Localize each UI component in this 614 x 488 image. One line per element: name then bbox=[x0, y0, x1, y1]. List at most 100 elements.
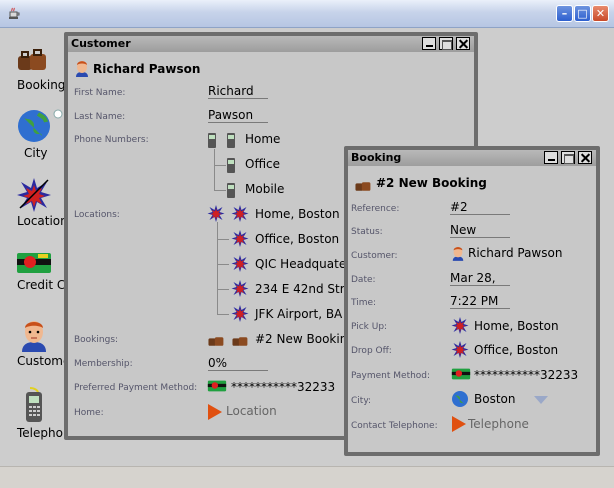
person-icon bbox=[76, 61, 88, 77]
city-label: City: bbox=[351, 396, 372, 406]
star-burst-icon bbox=[451, 317, 469, 334]
pickup-label: Pick Up: bbox=[351, 322, 388, 332]
desktop-icon-label: Custome bbox=[17, 354, 71, 368]
window-maximize-button[interactable] bbox=[439, 37, 453, 50]
booking-heading: #2 New Booking bbox=[376, 176, 487, 190]
payment-method-value[interactable]: ***********32233 bbox=[474, 368, 578, 382]
credit-card-icon bbox=[451, 368, 471, 380]
first-name-label: First Name: bbox=[74, 88, 126, 98]
desktop-icon-label: Telephon bbox=[17, 426, 71, 440]
window-title: Customer bbox=[71, 37, 131, 50]
desktop-icon-telephone[interactable]: Telephon bbox=[6, 386, 71, 440]
desktop-icon-label: City bbox=[24, 146, 48, 160]
home-label: Home: bbox=[74, 408, 104, 418]
tree-line bbox=[217, 289, 229, 290]
customer-window-titlebar[interactable]: Customer bbox=[68, 36, 474, 52]
tree-line bbox=[217, 264, 229, 265]
desktop-icon-label: Booking bbox=[17, 78, 66, 92]
phone-icon bbox=[26, 387, 42, 422]
desktop-icon-credit-card[interactable]: Credit Ca bbox=[6, 250, 73, 292]
star-burst-icon bbox=[231, 280, 249, 297]
phone-item[interactable]: Office bbox=[245, 157, 280, 171]
payment-method-value[interactable]: ***********32233 bbox=[231, 380, 335, 394]
contact-telephone-link[interactable]: Telephone bbox=[468, 417, 529, 431]
pin-icon bbox=[53, 104, 63, 119]
window-close-button[interactable] bbox=[578, 151, 592, 164]
city-select[interactable]: Boston bbox=[474, 392, 515, 406]
phone-numbers-label: Phone Numbers: bbox=[74, 135, 149, 145]
customer-label: Customer: bbox=[351, 251, 398, 261]
app-titlebar: – □ ✕ bbox=[0, 0, 614, 28]
booking-item[interactable]: #2 New Booking bbox=[255, 332, 355, 346]
phone-item[interactable]: Home bbox=[245, 132, 280, 146]
phone-icon bbox=[227, 183, 235, 198]
minimize-button[interactable]: – bbox=[556, 5, 573, 22]
star-burst-icon bbox=[231, 255, 249, 272]
contact-telephone-label: Contact Telephone: bbox=[351, 421, 438, 431]
status-bar bbox=[0, 466, 614, 488]
suitcases-icon bbox=[232, 337, 248, 346]
window-minimize-button[interactable] bbox=[422, 37, 436, 50]
payment-method-label: Preferred Payment Method: bbox=[74, 383, 198, 393]
suitcases-icon bbox=[355, 182, 371, 191]
tree-line bbox=[217, 222, 218, 314]
home-location-link[interactable]: Location bbox=[226, 404, 277, 418]
window-minimize-button[interactable] bbox=[544, 151, 558, 164]
desktop-icon-booking[interactable]: Booking bbox=[6, 46, 68, 92]
tree-line bbox=[214, 190, 226, 191]
last-name-field[interactable]: Pawson bbox=[208, 108, 268, 123]
phone-icon bbox=[227, 158, 235, 173]
customer-name-heading: Richard Pawson bbox=[93, 62, 201, 76]
arrow-right-icon bbox=[208, 404, 222, 420]
time-field[interactable]: 7:22 PM bbox=[450, 294, 510, 309]
last-name-label: Last Name: bbox=[74, 112, 126, 122]
star-burst-icon bbox=[17, 178, 51, 212]
first-name-field[interactable]: Richard bbox=[208, 84, 268, 99]
desktop-icon-label: Credit Ca bbox=[17, 278, 73, 292]
maximize-button[interactable]: □ bbox=[574, 5, 591, 22]
desktop-icon-label: Location bbox=[17, 214, 68, 228]
tree-line bbox=[217, 239, 229, 240]
phone-item[interactable]: Mobile bbox=[245, 182, 284, 196]
tree-line bbox=[214, 149, 215, 190]
reference-field[interactable]: #2 bbox=[450, 200, 510, 215]
chevron-down-icon[interactable] bbox=[534, 396, 548, 404]
booking-window-titlebar[interactable]: Booking bbox=[348, 150, 596, 166]
time-label: Time: bbox=[351, 298, 377, 308]
date-label: Date: bbox=[351, 275, 376, 285]
status-field[interactable]: New bbox=[450, 223, 510, 238]
close-button[interactable]: ✕ bbox=[592, 5, 609, 22]
window-maximize-button[interactable] bbox=[561, 151, 575, 164]
suitcases-icon bbox=[208, 337, 224, 346]
booking-window[interactable]: Booking #2 New Booking Reference: #2 Sta… bbox=[344, 146, 600, 456]
suitcases-icon bbox=[18, 49, 46, 70]
person-icon bbox=[22, 321, 46, 352]
person-icon bbox=[452, 246, 464, 261]
tree-line bbox=[217, 314, 229, 315]
location-item[interactable]: QIC Headquaters bbox=[255, 257, 357, 271]
bookings-label: Bookings: bbox=[74, 335, 119, 345]
locations-label: Locations: bbox=[74, 210, 120, 220]
customer-link[interactable]: Richard Pawson bbox=[468, 246, 562, 260]
location-item[interactable]: Office, Boston bbox=[255, 232, 339, 246]
star-burst-icon bbox=[231, 230, 249, 247]
dropoff-link[interactable]: Office, Boston bbox=[474, 343, 558, 357]
status-label: Status: bbox=[351, 227, 383, 237]
membership-field[interactable]: 0% bbox=[208, 356, 268, 371]
desktop-icon-customer[interactable]: Custome bbox=[6, 318, 71, 368]
date-field[interactable]: Mar 28, bbox=[450, 271, 510, 286]
arrow-right-icon bbox=[452, 416, 466, 432]
location-item[interactable]: Home, Boston bbox=[255, 207, 340, 221]
phone-icon bbox=[208, 133, 216, 148]
pickup-link[interactable]: Home, Boston bbox=[474, 319, 559, 333]
phone-icon bbox=[227, 133, 235, 148]
desktop-icon-location[interactable]: Location bbox=[6, 176, 68, 228]
window-title: Booking bbox=[351, 151, 402, 164]
tree-line bbox=[214, 165, 226, 166]
star-burst-icon bbox=[451, 341, 469, 358]
window-close-button[interactable] bbox=[456, 37, 470, 50]
credit-card-icon bbox=[17, 253, 51, 273]
globe-icon bbox=[452, 391, 468, 407]
globe-icon bbox=[18, 110, 50, 142]
dropoff-label: Drop Off: bbox=[351, 346, 392, 356]
